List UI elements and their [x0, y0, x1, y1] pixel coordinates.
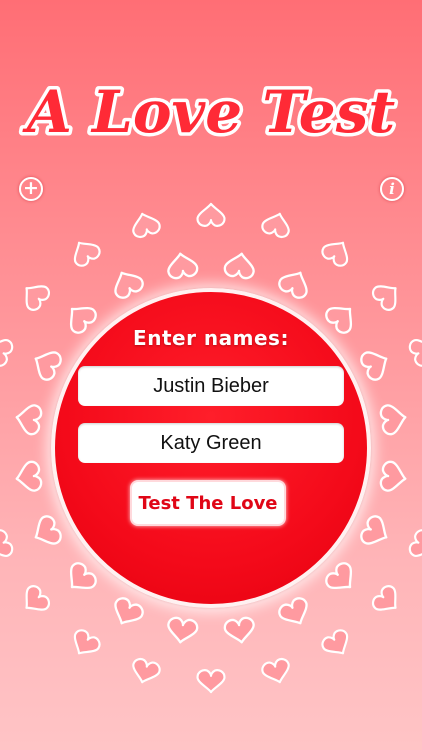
heart-icon [325, 562, 353, 590]
heart-icon [261, 657, 290, 684]
second-name-field[interactable] [78, 423, 344, 463]
heart-icon [114, 271, 144, 299]
heart-icon [114, 597, 144, 625]
test-the-love-button[interactable]: Test The Love [130, 480, 286, 526]
info-button[interactable]: i [380, 177, 404, 201]
heart-icon [73, 629, 101, 655]
love-test-screen: A Love Test + i Enter names: Test The Lo… [0, 0, 422, 750]
heart-icon [321, 241, 349, 267]
heart-icon [69, 562, 97, 590]
heart-icon [34, 351, 62, 381]
heart-icon [223, 252, 255, 280]
heart-icon [278, 271, 308, 299]
heart-icon [0, 339, 14, 367]
heart-icon [321, 629, 349, 655]
heart-icon [408, 339, 422, 367]
heart-icon [196, 202, 226, 227]
info-icon: i [389, 180, 395, 198]
heart-icon [132, 657, 161, 684]
heart-icon [15, 404, 43, 436]
heart-icon [34, 515, 62, 545]
heart-icon [408, 529, 422, 557]
first-name-field[interactable] [78, 366, 344, 406]
heart-icon [167, 252, 199, 280]
heart-icon [132, 212, 161, 239]
heart-icon [278, 597, 308, 625]
add-button[interactable]: + [19, 177, 43, 201]
heart-icon [0, 529, 14, 557]
names-prompt: Enter names: [133, 326, 289, 350]
heart-icon [360, 515, 388, 545]
heart-icon [25, 285, 51, 311]
heart-icon [379, 460, 407, 492]
heart-icon [360, 351, 388, 381]
plus-icon: + [23, 177, 39, 199]
heart-icon [167, 616, 199, 644]
heart-icon [73, 241, 101, 267]
heart-icon [25, 585, 51, 611]
heart-icon [196, 669, 226, 694]
heart-icon [15, 460, 43, 492]
heart-icon [371, 585, 397, 611]
heart-icon [371, 285, 397, 311]
heart-icon [261, 212, 290, 239]
heart-icon [379, 404, 407, 436]
heart-icon [223, 616, 255, 644]
